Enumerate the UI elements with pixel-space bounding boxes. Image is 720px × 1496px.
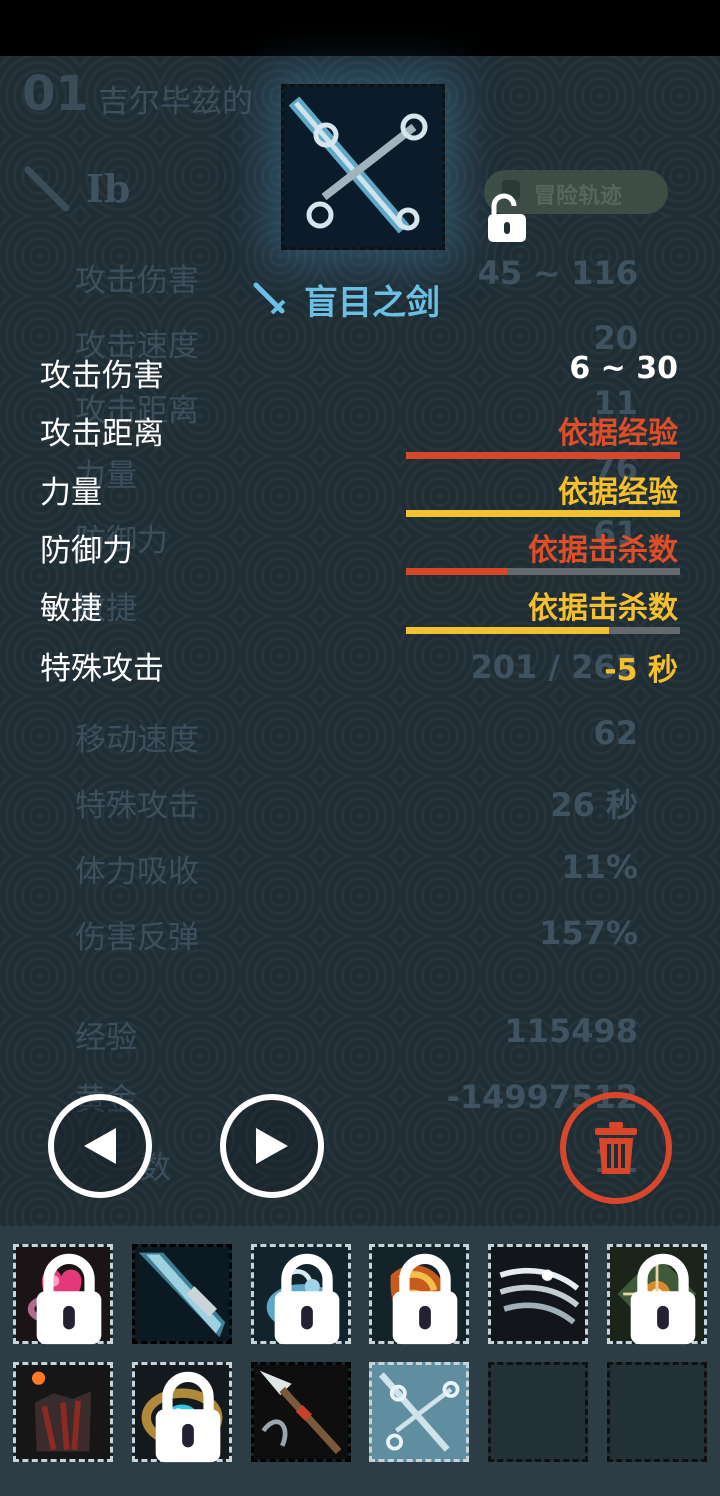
unlock-icon[interactable] xyxy=(486,192,528,244)
item-name: 盲目之剑 xyxy=(304,282,440,323)
right-arrow-icon xyxy=(256,1128,288,1164)
bg-stat-value: 115498 xyxy=(504,1012,638,1050)
lock-icon xyxy=(155,1371,221,1463)
blade-icon xyxy=(135,1247,229,1341)
inventory-slot[interactable] xyxy=(607,1244,707,1345)
stat-label-strength: 力量 xyxy=(40,475,102,511)
item-preview xyxy=(281,84,445,250)
bg-index: 01 xyxy=(22,66,89,122)
next-button[interactable] xyxy=(220,1094,324,1198)
stat-value-range: 依据经验 xyxy=(558,416,678,451)
inventory-slot[interactable] xyxy=(251,1244,351,1345)
inventory-slot[interactable] xyxy=(13,1362,113,1462)
lock-icon xyxy=(274,1253,340,1345)
inventory-panel xyxy=(0,1226,720,1496)
fire-armor-icon xyxy=(16,1365,110,1459)
bg-stat-label: 体力吸收 xyxy=(75,854,199,890)
inventory-slot-selected[interactable] xyxy=(369,1362,469,1462)
stat-bar-fill xyxy=(406,627,609,634)
lock-icon xyxy=(630,1253,696,1345)
stat-value-defense: 依据击杀数 xyxy=(528,533,678,568)
stat-bar-fill xyxy=(406,452,680,459)
sword-small-icon xyxy=(253,282,286,315)
lock-icon xyxy=(392,1253,458,1345)
bg-stat-label: 攻击伤害 xyxy=(75,263,199,299)
bg-tag-label: 冒险轨迹 xyxy=(534,184,623,209)
left-arrow-icon xyxy=(84,1128,116,1164)
inventory-slot[interactable] xyxy=(13,1244,113,1345)
inventory-slot[interactable] xyxy=(488,1244,588,1344)
item-title: 盲目之剑 xyxy=(250,274,440,324)
bg-stat-value: 157% xyxy=(539,914,638,952)
sword-icon xyxy=(378,1372,460,1452)
bg-stat-label: 移动速度 xyxy=(75,722,199,758)
delete-button[interactable] xyxy=(560,1092,672,1204)
inventory-slot-empty[interactable] xyxy=(488,1362,588,1462)
bg-level: Ib xyxy=(86,166,131,211)
stat-label-agility: 敏捷 xyxy=(40,591,102,627)
stat-label-defense: 防御力 xyxy=(40,533,133,569)
bg-stat-label: 伤害反弹 xyxy=(75,920,199,956)
stat-value-special: -5 秒 xyxy=(604,653,678,688)
inventory-slot[interactable] xyxy=(251,1362,351,1462)
inventory-slot[interactable] xyxy=(132,1362,232,1463)
bg-stat-label: 特殊攻击 xyxy=(75,788,199,824)
bg-sword-icon xyxy=(24,166,70,212)
bg-stat-label: 经验 xyxy=(75,1020,137,1056)
stat-value-strength: 依据经验 xyxy=(558,475,678,510)
stat-bar-agility xyxy=(406,627,680,634)
bg-stat-value: 26 秒 xyxy=(550,786,638,824)
stat-value-attack: 6 ~ 30 xyxy=(569,351,678,386)
stat-bar-fill xyxy=(406,510,680,517)
inventory-slot[interactable] xyxy=(369,1244,469,1345)
status-bar xyxy=(0,0,720,56)
stat-bar-fill xyxy=(406,568,508,575)
sword-icon xyxy=(284,87,442,247)
stat-bar-range xyxy=(406,452,680,459)
prev-button[interactable] xyxy=(48,1094,152,1198)
lock-icon xyxy=(36,1253,102,1345)
inventory-slot-empty[interactable] xyxy=(607,1362,707,1462)
bg-stat-value: 45 ~ 116 xyxy=(477,254,638,292)
stat-label-range: 攻击距离 xyxy=(40,416,164,452)
stat-bar-defense xyxy=(406,568,680,575)
bg-stat-value: 11% xyxy=(561,848,638,886)
inventory-slot[interactable] xyxy=(132,1244,232,1344)
stat-bar-strength xyxy=(406,510,680,517)
stat-label-special: 特殊攻击 xyxy=(40,651,164,687)
stat-value-agility: 依据击杀数 xyxy=(528,591,678,626)
bg-name: 吉尔毕兹的 xyxy=(98,84,253,120)
bg-stat-value: 62 xyxy=(593,714,638,752)
claw-icon xyxy=(491,1247,585,1341)
trash-icon xyxy=(595,1122,637,1174)
stat-label-attack: 攻击伤害 xyxy=(40,358,164,394)
spear-icon xyxy=(254,1365,348,1459)
